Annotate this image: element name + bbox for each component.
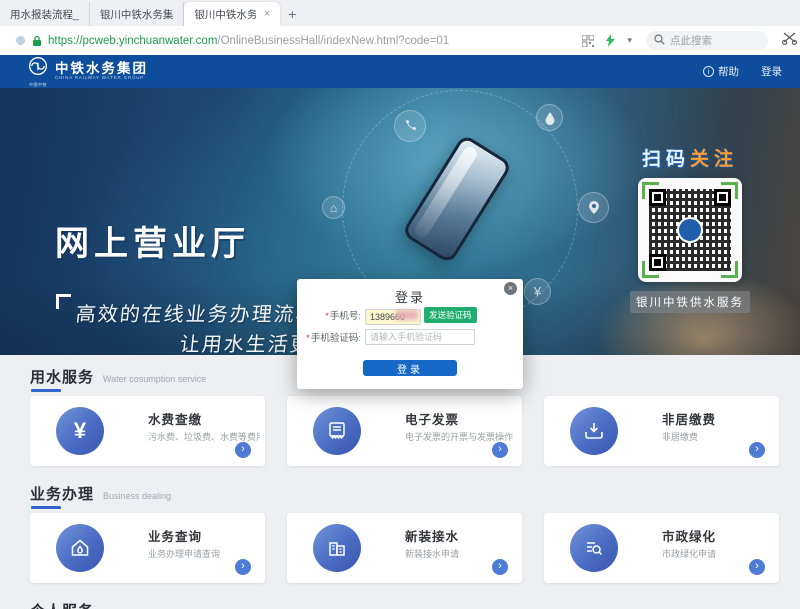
browser-tab-3-active[interactable]: 银川中铁水务集 × (184, 2, 280, 26)
required-asterisk: * (306, 333, 310, 344)
card-desc: 市政绿化申请 (662, 547, 716, 560)
section-title: 个人服务 (30, 603, 94, 609)
qr-corner-bracket (721, 261, 738, 278)
brand-name-en: CHINA RAILWAY WATER GROUP (55, 76, 148, 81)
buildings-icon (313, 524, 361, 572)
card-title: 市政绿化 (662, 526, 716, 545)
crec-emblem-icon (28, 56, 48, 81)
tab-close-icon[interactable]: × (264, 9, 270, 20)
send-code-button[interactable]: 发送验证码 (424, 307, 477, 323)
qr-center-logo (677, 217, 703, 243)
phone-input[interactable] (365, 309, 421, 325)
login-submit-button[interactable]: 登录 (363, 360, 457, 376)
sms-code-input[interactable] (365, 329, 475, 345)
section-underline (31, 389, 61, 392)
qr-corner-bracket (642, 261, 659, 278)
help-link[interactable]: i 帮助 (703, 64, 739, 79)
yen-icon: ¥ (524, 278, 551, 305)
header-login-link[interactable]: 登录 (761, 64, 782, 79)
card-e-invoice[interactable]: 电子发票 电子发票的开票与发票操作 › (287, 396, 522, 466)
chevron-down-icon[interactable]: ▾ (627, 35, 632, 46)
qr-code (638, 178, 742, 282)
section-title: 用水服务 (30, 369, 94, 386)
chevron-right-icon[interactable]: › (749, 559, 765, 575)
section-subtitle-en: Water cosumption service (103, 374, 206, 384)
qr-caption: 银川中铁供水服务 (630, 291, 750, 313)
chevron-right-icon[interactable]: › (749, 442, 765, 458)
brand-logo[interactable]: 中国中铁 中铁水务集团 CHINA RAILWAY WATER GROUP (28, 56, 148, 88)
scissors-icon[interactable] (782, 31, 798, 50)
phone-label: *手机号: (297, 308, 365, 322)
yen-icon: ¥ (56, 407, 104, 455)
section-header-personal: 个人服务 Personal service (30, 600, 800, 609)
card-municipal-greening[interactable]: 市政绿化 市政绿化申请 › (544, 513, 779, 583)
house-icon: ⌂ (322, 196, 345, 219)
qr-login-icon[interactable] (582, 35, 594, 47)
card-title: 水费查缴 (148, 409, 202, 428)
chevron-right-icon[interactable]: › (235, 559, 251, 575)
phone-handset-icon (394, 110, 426, 142)
tab-label: 银川中铁水务集 (100, 7, 174, 22)
qr-corner-bracket (721, 182, 738, 199)
card-new-connection[interactable]: 新装接水 新装接水申请 › (287, 513, 522, 583)
brand-name: 中铁水务集团 (55, 62, 148, 76)
section-title: 业务办理 (30, 486, 94, 503)
qr-corner-bracket (642, 182, 659, 199)
login-modal: × 登录 *手机号: 发送验证码 *手机验证码: 登录 (297, 279, 523, 389)
chevron-right-icon[interactable]: › (492, 442, 508, 458)
brand-mini-label: 中国中铁 (29, 82, 47, 88)
tab-label: 银川中铁水务集 (194, 7, 256, 22)
tray-download-icon (570, 407, 618, 455)
browser-tab-1[interactable]: 用水报装流程_ (0, 2, 90, 26)
browser-tab-bar: 用水报装流程_ 银川中铁水务集 银川中铁水务集 × + (0, 0, 800, 26)
quote-bracket-top (56, 294, 71, 309)
location-pin-icon (578, 192, 609, 223)
qr-title-follow: 关注 (690, 149, 738, 170)
card-title: 新装接水 (405, 526, 459, 545)
browser-search-box[interactable] (646, 31, 768, 50)
padlock-icon[interactable] (32, 35, 42, 47)
close-icon[interactable]: × (504, 282, 517, 295)
url-text[interactable]: https://pcweb.yinchuanwater.com/OnlineBu… (48, 35, 449, 47)
address-bar: https://pcweb.yinchuanwater.com/OnlineBu… (0, 26, 800, 55)
card-desc: 业务办理申请查询 (148, 547, 220, 560)
site-header: 中国中铁 中铁水务集团 CHINA RAILWAY WATER GROUP i … (0, 55, 800, 88)
extension-dot-icon[interactable] (16, 36, 25, 45)
search-icon (654, 32, 665, 50)
main-content: 用水服务 Water cosumption service ¥ 水费查缴 污水费… (0, 355, 800, 609)
card-nonresident-pay[interactable]: 非居缴费 非居缴费 › (544, 396, 779, 466)
hero-title: 网上营业厅 (55, 216, 250, 265)
section-header-business: 业务办理 Business dealing (30, 483, 800, 503)
lightning-icon[interactable] (606, 34, 615, 47)
invoice-icon (313, 407, 361, 455)
card-title: 非居缴费 (662, 409, 716, 428)
card-desc: 非居缴费 (662, 430, 698, 443)
survey-icon (570, 524, 618, 572)
hero-tagline-1: 高效的在线业务办理流程 (74, 298, 319, 327)
card-desc: 电子发票的开票与发票操作 (405, 430, 513, 443)
chevron-right-icon[interactable]: › (492, 559, 508, 575)
code-label: *手机验证码: (297, 330, 365, 344)
card-business-query[interactable]: 业务查询 业务办理申请查询 › (30, 513, 265, 583)
card-water-fee[interactable]: ¥ 水费查缴 污水费、垃圾费、水费等费用的查缴 › (30, 396, 265, 466)
modal-title: 登录 (297, 279, 523, 306)
section-subtitle-en: Business dealing (103, 491, 171, 501)
browser-tab-2[interactable]: 银川中铁水务集 (90, 2, 185, 26)
qr-follow-block: 扫码关注 银川中铁供水服务 (630, 144, 750, 313)
new-tab-button[interactable]: + (280, 2, 304, 26)
section-underline (31, 506, 61, 509)
card-desc: 新装接水申请 (405, 547, 459, 560)
house-drop-icon (56, 524, 104, 572)
chevron-right-icon[interactable]: › (235, 442, 251, 458)
qr-title-scan: 扫码 (642, 149, 690, 170)
url-host: https://pcweb.yinchuanwater.com (48, 35, 217, 47)
search-input[interactable] (670, 35, 756, 47)
tab-label: 用水报装流程_ (10, 7, 79, 22)
card-title: 业务查询 (148, 526, 202, 545)
required-asterisk: * (325, 311, 329, 322)
water-drop-icon (536, 104, 563, 131)
card-title: 电子发票 (405, 409, 459, 428)
info-icon: i (703, 66, 714, 77)
url-path: /OnlineBusinessHall/indexNew.html?code=0… (217, 35, 449, 47)
